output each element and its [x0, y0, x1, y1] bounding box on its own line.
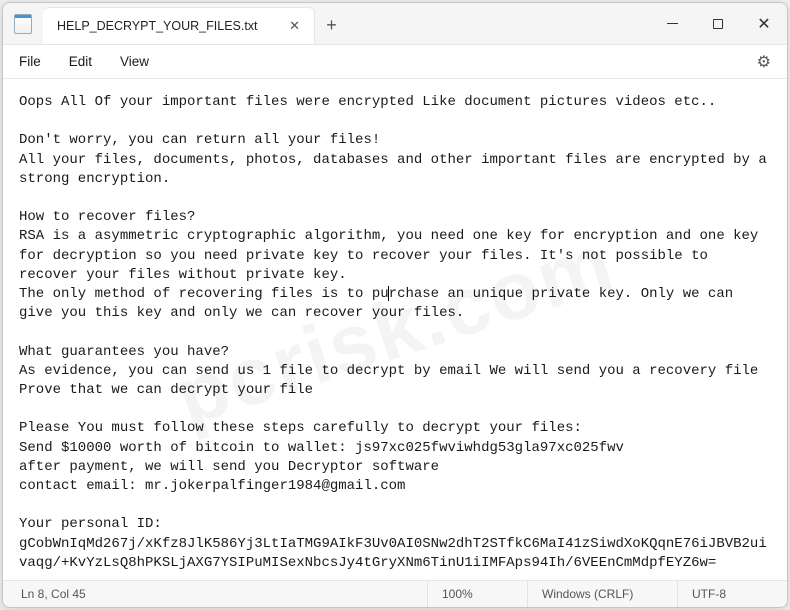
window-controls: ✕ — [649, 3, 787, 44]
line: RSA is a asymmetric cryptographic algori… — [19, 228, 767, 282]
line: As evidence, you can send us 1 file to d… — [19, 363, 767, 398]
line: Please You must follow these steps caref… — [19, 420, 582, 436]
close-button[interactable]: ✕ — [741, 3, 787, 44]
status-bar: Ln 8, Col 45 100% Windows (CRLF) UTF-8 — [3, 580, 787, 607]
notepad-icon — [14, 14, 32, 34]
new-tab-button[interactable]: + — [315, 7, 349, 44]
line: The only method of recovering files is t… — [19, 286, 389, 302]
maximize-button[interactable] — [695, 3, 741, 44]
line: What guarantees you have? — [19, 344, 229, 360]
minimize-button[interactable] — [649, 3, 695, 44]
app-icon — [3, 3, 43, 44]
notepad-window: HELP_DECRYPT_YOUR_FILES.txt ✕ + ✕ File E… — [2, 2, 788, 608]
menu-file[interactable]: File — [19, 54, 41, 69]
line: Send $10000 worth of bitcoin to wallet: … — [19, 440, 624, 456]
menu-bar: File Edit View ⚙ — [3, 45, 787, 79]
line: gCobWnIqMd267j/xKfz8JlK586Yj3LtIaTMG9AIk… — [19, 536, 767, 571]
status-zoom[interactable]: 100% — [427, 581, 527, 607]
line: contact email: mr.jokerpalfinger1984@gma… — [19, 478, 405, 494]
tab-title: HELP_DECRYPT_YOUR_FILES.txt — [57, 19, 258, 33]
line: Don't worry, you can return all your fil… — [19, 132, 380, 148]
line: All your files, documents, photos, datab… — [19, 152, 775, 187]
menu-edit[interactable]: Edit — [69, 54, 92, 69]
document-tab[interactable]: HELP_DECRYPT_YOUR_FILES.txt ✕ — [43, 7, 315, 44]
line: How to recover files? — [19, 209, 195, 225]
status-encoding: UTF-8 — [677, 581, 787, 607]
status-line-ending: Windows (CRLF) — [527, 581, 677, 607]
menu-view[interactable]: View — [120, 54, 149, 69]
text-editor-content[interactable]: Oops All Of your important files were en… — [3, 79, 787, 580]
settings-icon[interactable]: ⚙ — [749, 52, 779, 72]
line: Your personal ID: — [19, 516, 162, 532]
title-bar: HELP_DECRYPT_YOUR_FILES.txt ✕ + ✕ — [3, 3, 787, 45]
close-tab-icon[interactable]: ✕ — [286, 17, 304, 35]
line: Oops All Of your important files were en… — [19, 94, 716, 110]
status-position: Ln 8, Col 45 — [3, 581, 427, 607]
line: after payment, we will send you Decrypto… — [19, 459, 439, 475]
